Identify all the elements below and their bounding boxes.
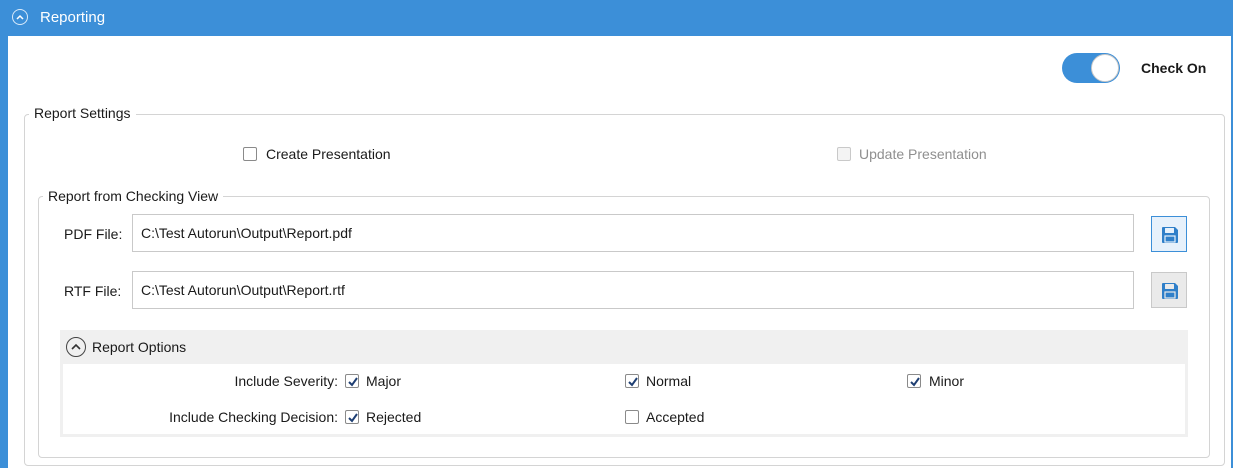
toggle-label: Check On <box>1141 60 1207 76</box>
normal-label: Normal <box>646 373 692 389</box>
section-header-reporting[interactable]: Reporting <box>0 0 1233 36</box>
checkmark-icon <box>348 413 358 423</box>
checkmark-icon <box>348 377 358 387</box>
collapse-icon[interactable] <box>66 337 86 357</box>
check-on-toggle[interactable] <box>1062 53 1120 83</box>
checkmark-icon <box>628 377 638 387</box>
save-icon <box>1162 227 1178 243</box>
minor-label: Minor <box>929 373 965 389</box>
checkmark-icon <box>910 377 920 387</box>
major-label: Major <box>366 373 402 389</box>
rejected-label: Rejected <box>366 409 422 425</box>
report-options-header[interactable]: Report Options <box>60 330 1188 364</box>
pdf-file-input[interactable] <box>133 215 1133 251</box>
create-presentation-label: Create Presentation <box>266 146 391 162</box>
pdf-file-field[interactable] <box>132 214 1134 252</box>
save-icon <box>1162 283 1178 299</box>
collapse-icon[interactable] <box>12 9 28 25</box>
minor-checkbox[interactable] <box>907 374 921 388</box>
accepted-checkbox[interactable] <box>625 410 639 424</box>
checking-view-legend: Report from Checking View <box>43 188 224 204</box>
normal-checkbox[interactable] <box>625 374 639 388</box>
pdf-save-button[interactable] <box>1151 216 1187 252</box>
report-options-title: Report Options <box>92 339 187 355</box>
section-title: Reporting <box>40 9 106 26</box>
update-presentation-label: Update Presentation <box>859 146 987 162</box>
left-accent-border <box>0 36 8 468</box>
include-checking-decision-label: Include Checking Decision: <box>169 409 338 425</box>
report-settings-legend: Report Settings <box>29 105 136 121</box>
rejected-checkbox[interactable] <box>345 410 359 424</box>
rtf-file-input[interactable] <box>133 272 1133 308</box>
accepted-label: Accepted <box>646 409 705 425</box>
toggle-knob <box>1091 54 1119 82</box>
pdf-file-label: PDF File: <box>64 226 123 242</box>
update-presentation-checkbox[interactable] <box>837 147 851 161</box>
rtf-file-label: RTF File: <box>64 283 122 299</box>
rtf-file-field[interactable] <box>132 271 1134 309</box>
create-presentation-checkbox[interactable] <box>243 147 257 161</box>
major-checkbox[interactable] <box>345 374 359 388</box>
include-severity-label: Include Severity: <box>234 373 339 389</box>
rtf-save-button[interactable] <box>1151 272 1187 308</box>
